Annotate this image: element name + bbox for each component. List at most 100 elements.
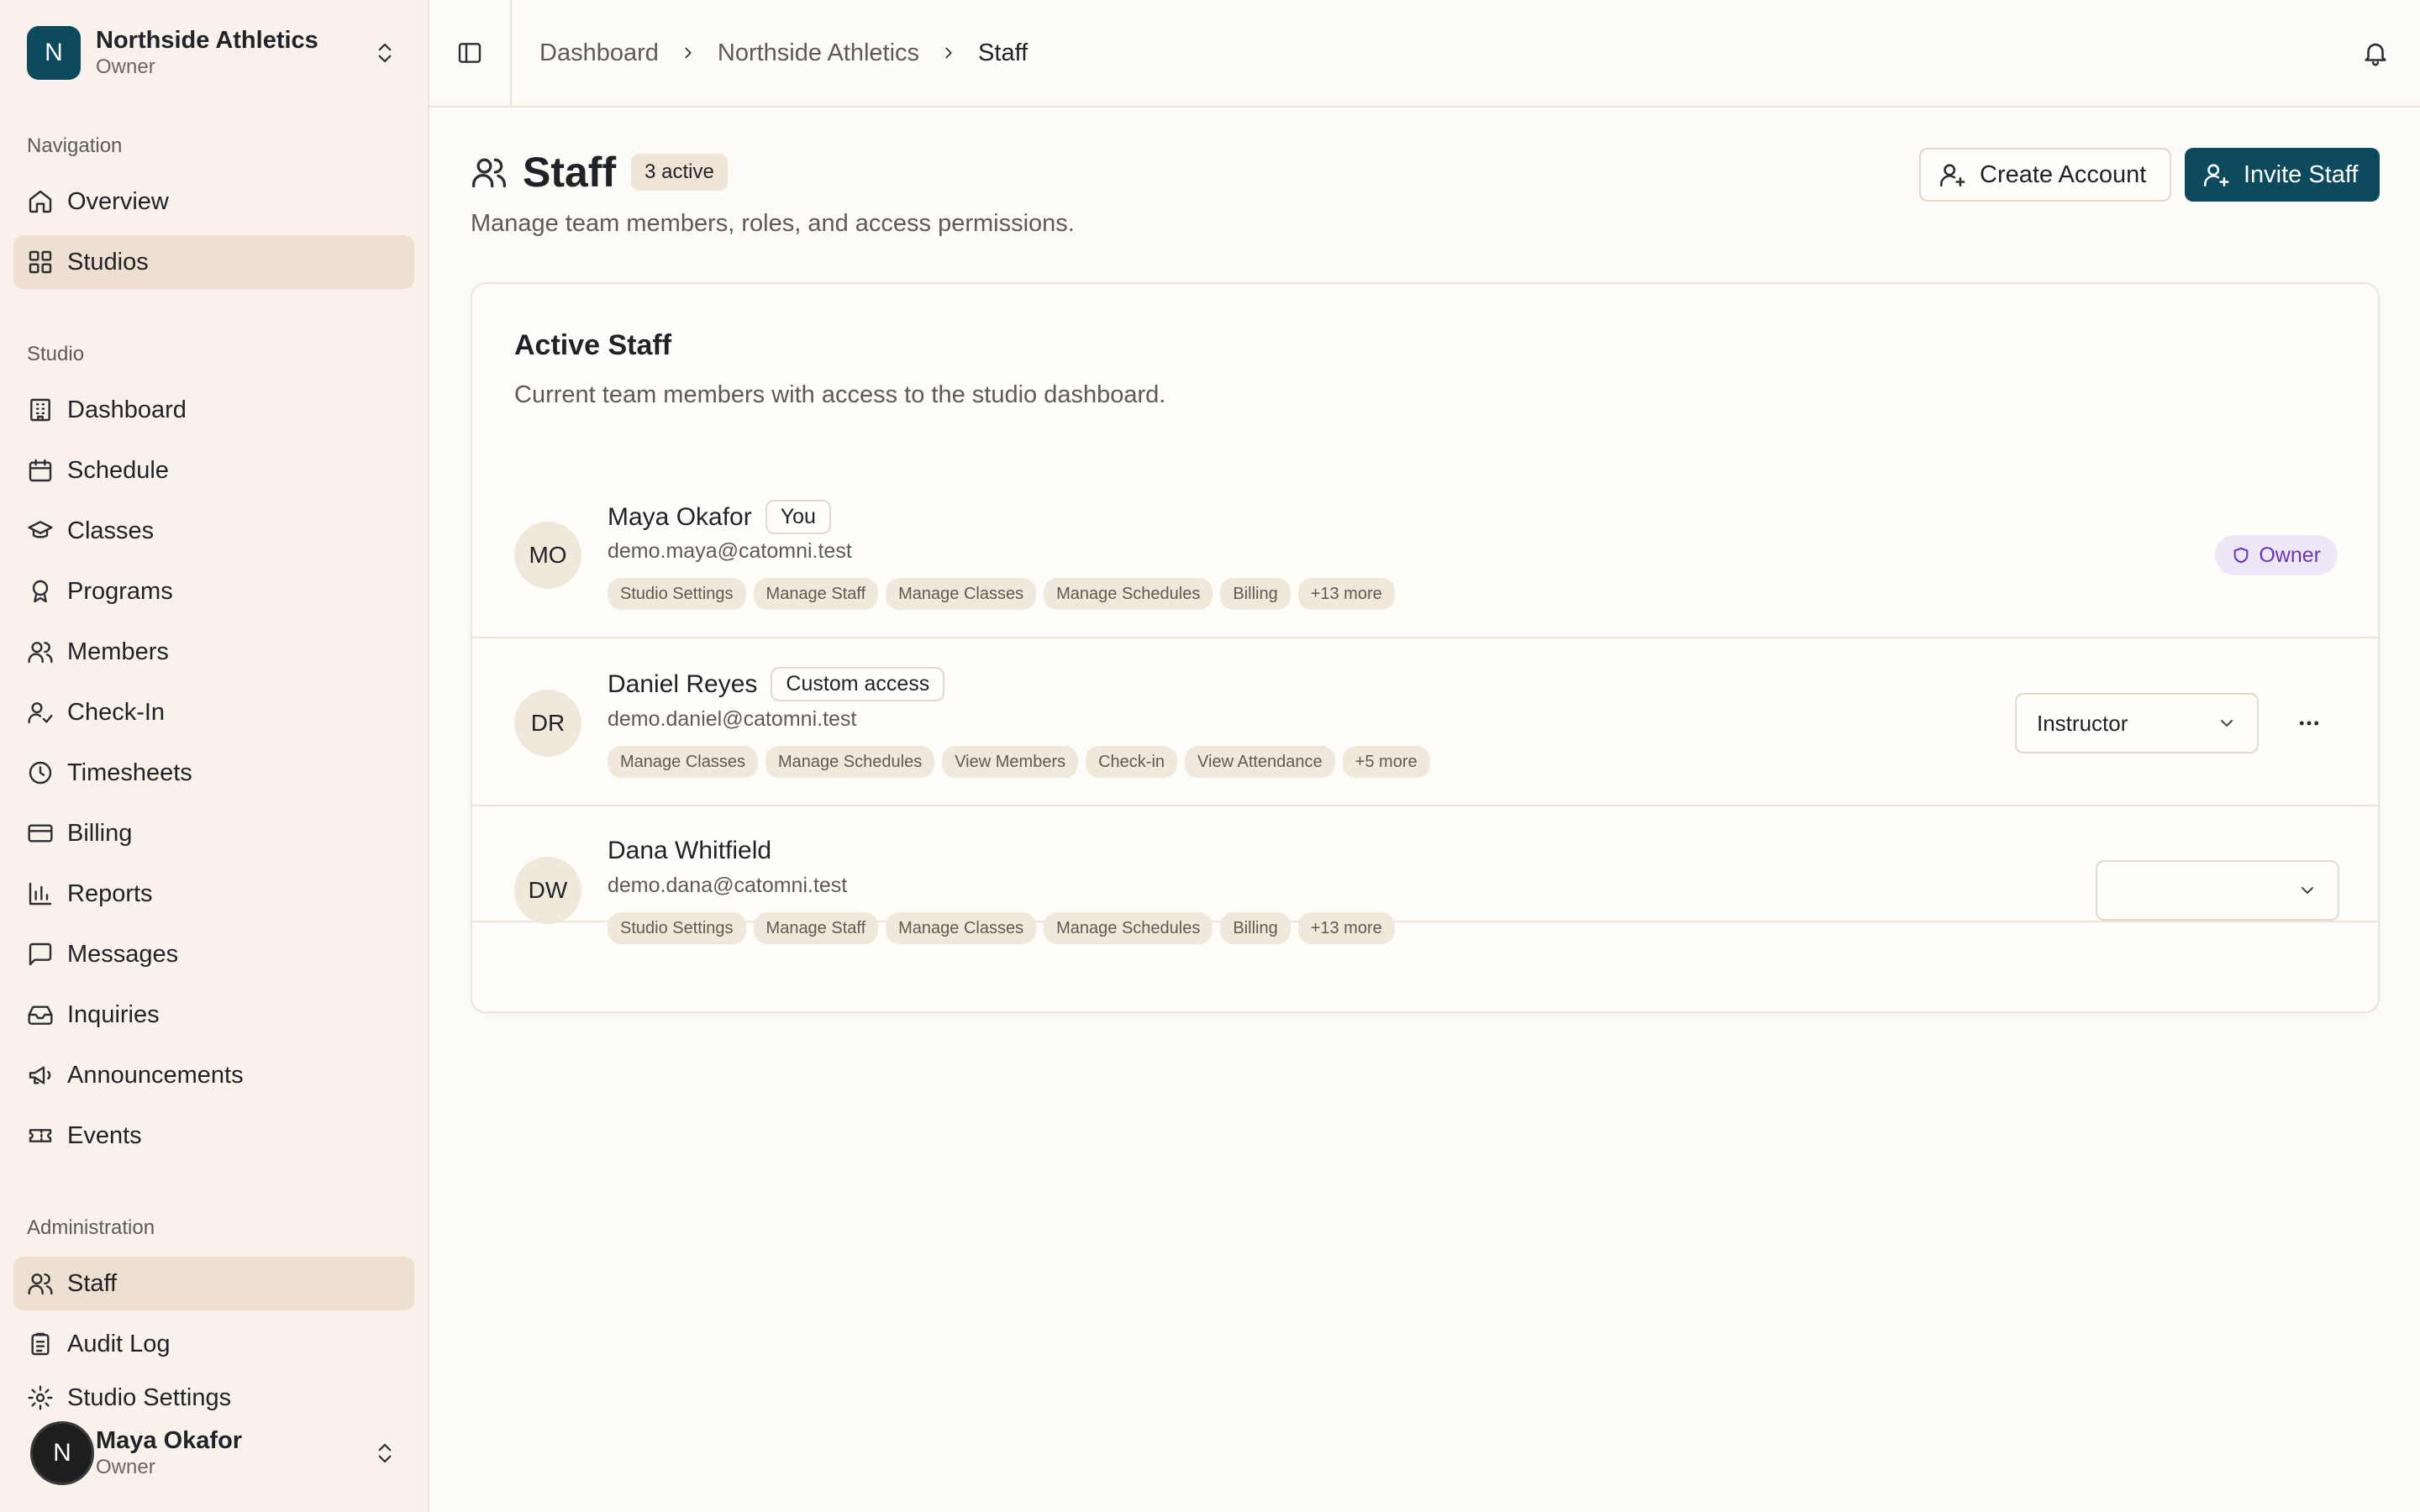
org-role: Owner — [96, 55, 155, 78]
user-role: Owner — [96, 1456, 155, 1478]
nav-item-label: Reports — [67, 879, 153, 907]
org-text: Northside Athletics Owner — [96, 26, 372, 80]
nav-item-label: Timesheets — [67, 759, 192, 786]
nav-item-staff[interactable]: Staff — [13, 1257, 414, 1310]
nav-scroll-clip: Studio Settings — [0, 1369, 429, 1411]
member-email: demo.dana@catomni.test — [608, 874, 848, 897]
permission-tag: View Members — [942, 746, 1079, 778]
page-header: Staff 3 active — [471, 148, 728, 197]
member-name-line: Daniel Reyes Custom access — [608, 667, 945, 701]
building-icon — [30, 398, 50, 422]
sidebar-toggle-button[interactable] — [429, 0, 512, 106]
org-logo: N — [27, 26, 81, 80]
nav-item-studios[interactable]: Studios — [13, 235, 414, 289]
nav-item-label: Check-In — [67, 698, 166, 726]
users-icon — [472, 158, 506, 188]
nav-item-audit-log[interactable]: Audit Log — [13, 1317, 414, 1371]
member-name: Dana Whitfield — [608, 837, 772, 864]
users-icon — [28, 1273, 53, 1295]
nav-item-label: Messages — [67, 940, 179, 968]
nav-item-members[interactable]: Members — [13, 625, 414, 679]
more-permissions-tag[interactable]: +13 more — [1297, 912, 1395, 944]
nav-item-events[interactable]: Events — [13, 1109, 414, 1163]
permission-tag: Manage Classes — [608, 746, 758, 778]
nav-item-inquiries[interactable]: Inquiries — [13, 988, 414, 1042]
nav-item-billing[interactable]: Billing — [13, 806, 414, 860]
nav-item-messages[interactable]: Messages — [13, 927, 414, 981]
org-switcher[interactable]: N Northside Athletics Owner — [15, 15, 414, 91]
page-title: Staff — [523, 149, 617, 196]
breadcrumb-dashboard[interactable]: Dashboard — [539, 39, 659, 67]
permission-tag: Studio Settings — [608, 578, 746, 610]
org-name: Northside Athletics — [96, 27, 318, 54]
shield-icon — [2234, 547, 2249, 564]
card-subtitle: Current team members with access to the … — [514, 381, 1166, 408]
create-account-button[interactable]: Create Account — [1919, 148, 2171, 202]
breadcrumb-org[interactable]: Northside Athletics — [718, 39, 919, 67]
more-permissions-tag[interactable]: +5 more — [1342, 746, 1430, 778]
bell-icon[interactable] — [2361, 39, 2390, 67]
message-square-icon — [29, 942, 52, 966]
staff-row: DR Daniel Reyes Custom access demo.danie… — [472, 640, 2378, 806]
user-menu[interactable]: N Maya Okafor Owner — [15, 1411, 414, 1495]
user-avatar: N — [30, 1421, 94, 1485]
ticket-icon — [29, 1129, 52, 1142]
credit-card-icon — [28, 824, 53, 843]
nav-item-label: Audit Log — [67, 1330, 171, 1357]
nav-item-schedule[interactable]: Schedule — [13, 444, 414, 497]
nav-item-label: Announcements — [67, 1061, 244, 1089]
avatar: DW — [514, 857, 581, 924]
nav-section-studio: Studio — [27, 343, 85, 365]
page-subtitle: Manage team members, roles, and access p… — [471, 210, 1075, 237]
nav-item-programs[interactable]: Programs — [13, 564, 414, 618]
nav-item-label: Events — [67, 1121, 142, 1149]
member-name: Maya Okafor — [608, 502, 752, 531]
role-select[interactable]: Instructor — [2015, 693, 2259, 753]
role-select[interactable] — [2096, 860, 2339, 921]
nav-item-reports[interactable]: Reports — [13, 867, 414, 921]
member-name-line: Dana Whitfield — [608, 837, 771, 865]
more-horizontal-icon — [2299, 721, 2319, 726]
more-permissions-tag[interactable]: +13 more — [1297, 578, 1395, 610]
nav-item-label: Studio Settings — [67, 1383, 232, 1411]
member-name-line: Maya Okafor You — [608, 500, 831, 534]
staff-row: MO Maya Okafor You demo.maya@catomni.tes… — [472, 472, 2378, 638]
staff-row: DW Dana Whitfield demo.dana@catomni.test… — [472, 808, 2378, 974]
graduation-cap-icon — [28, 521, 53, 538]
chevrons-up-down-icon — [378, 43, 392, 63]
nav-item-label: Overview — [67, 187, 169, 215]
role-select-value: Instructor — [2037, 710, 2128, 736]
settings-icon — [28, 1385, 53, 1410]
permission-tag: Billing — [1220, 578, 1291, 610]
chevron-down-icon — [2221, 720, 2233, 727]
user-plus-icon — [1939, 164, 1965, 187]
permission-tag: Manage Schedules — [1044, 578, 1213, 610]
nav-item-announcements[interactable]: Announcements — [13, 1048, 414, 1102]
nav-item-studio-settings[interactable]: Studio Settings — [13, 1371, 414, 1411]
permission-list: Studio Settings Manage Staff Manage Clas… — [608, 912, 1402, 944]
nav-item-overview[interactable]: Overview — [13, 175, 414, 228]
nav-item-label: Studios — [67, 248, 149, 276]
active-count-badge: 3 active — [631, 154, 728, 191]
permission-tag: Manage Classes — [886, 912, 1037, 944]
permission-list: Manage Classes Manage Schedules View Mem… — [608, 746, 1438, 778]
permission-tag: Manage Schedules — [1044, 912, 1213, 944]
clock-icon — [29, 761, 52, 785]
user-text: Maya Okafor Owner — [96, 1426, 372, 1480]
user-plus-icon — [2203, 164, 2229, 187]
nav-section-administration: Administration — [27, 1216, 155, 1239]
nav-item-dashboard[interactable]: Dashboard — [13, 383, 414, 437]
nav-item-check-in[interactable]: Check-In — [13, 685, 414, 739]
bar-chart-icon — [29, 882, 52, 906]
member-name: Daniel Reyes — [608, 669, 758, 698]
nav-section-navigation: Navigation — [27, 134, 123, 157]
nav-item-timesheets[interactable]: Timesheets — [13, 746, 414, 800]
user-check-icon — [28, 702, 53, 724]
card-title: Active Staff — [514, 329, 672, 361]
invite-staff-button[interactable]: Invite Staff — [2185, 148, 2380, 202]
nav-item-classes[interactable]: Classes — [13, 504, 414, 558]
chevron-right-icon — [945, 47, 952, 59]
row-actions-button[interactable] — [2284, 698, 2334, 748]
permission-tag: Manage Staff — [753, 912, 879, 944]
owner-label: Owner — [2259, 543, 2321, 567]
